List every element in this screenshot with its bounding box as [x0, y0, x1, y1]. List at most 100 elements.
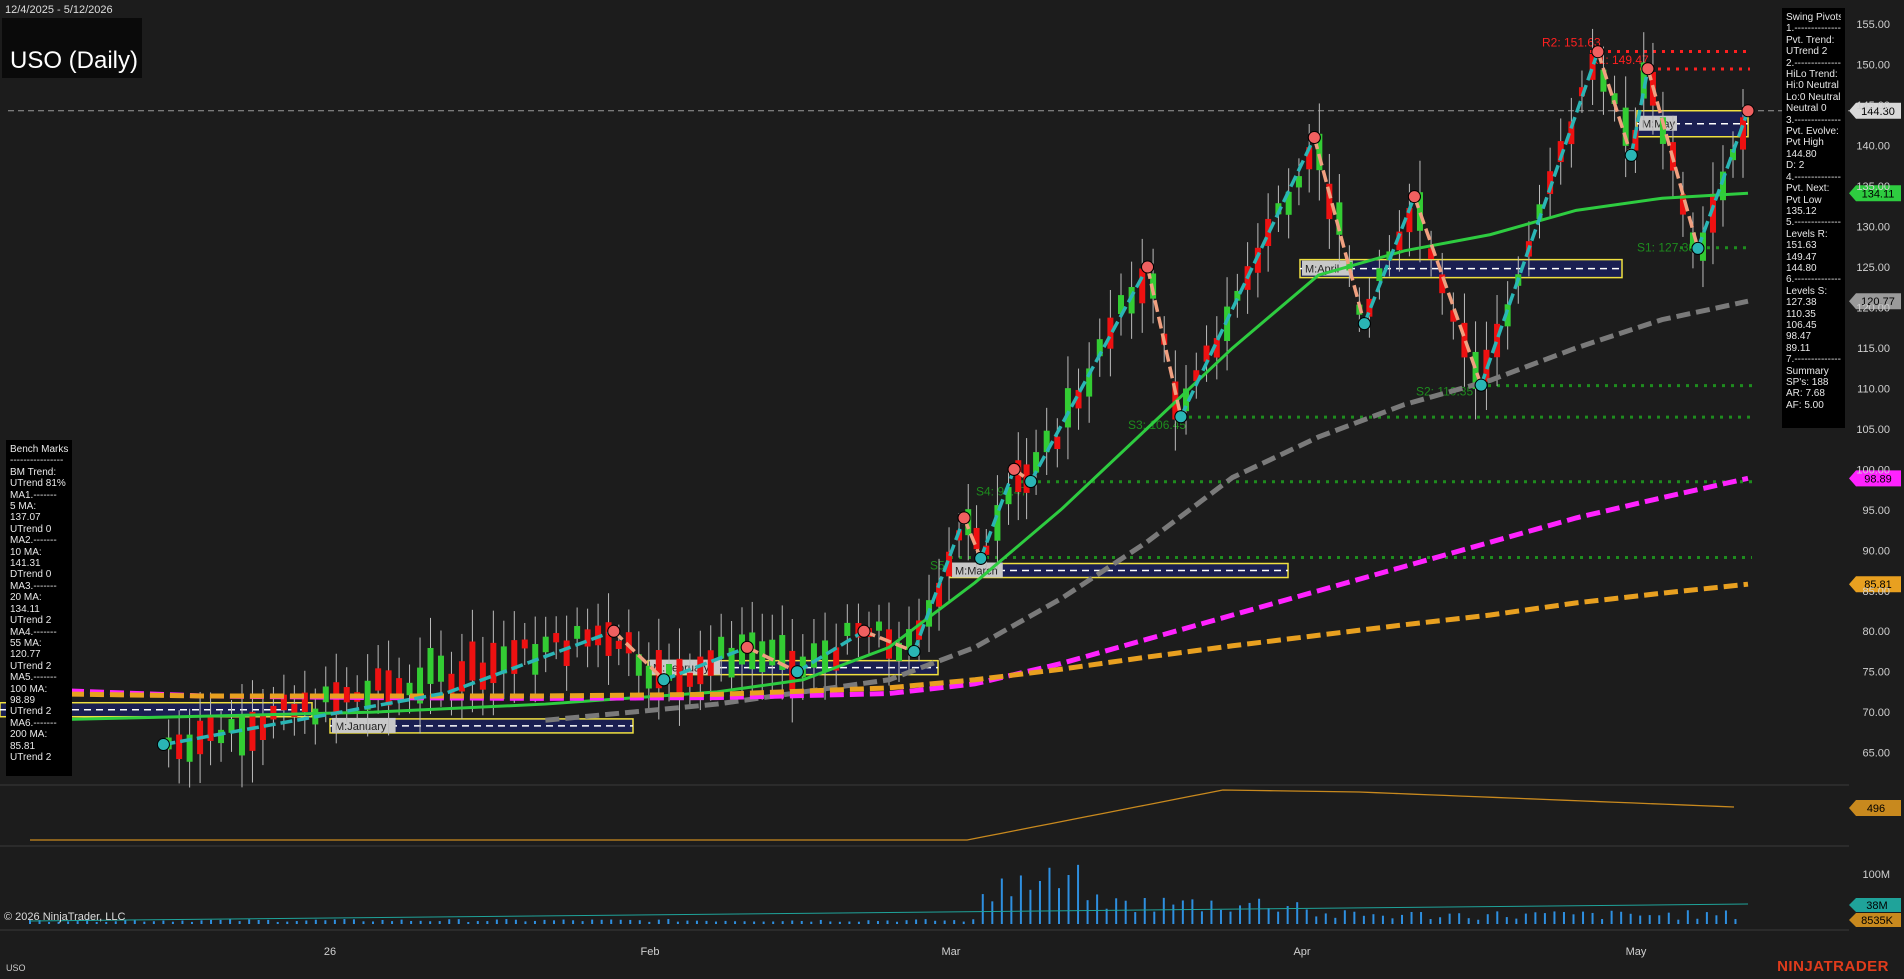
panel-line: 5.----------------	[1786, 217, 1841, 229]
panel-line: UTrend 0	[10, 523, 52, 535]
chart-canvas[interactable]: R2: 151.63R1: 149.47S1: 127.38S2: 110.35…	[0, 0, 1904, 979]
x-tick-label: May	[1626, 946, 1647, 958]
panel-line: MA3.-------	[10, 580, 57, 592]
panel-line: 144.80	[1786, 148, 1817, 160]
panel-line: Swing Pivots	[1786, 12, 1841, 23]
pivot-marker	[1591, 45, 1605, 59]
y-tick-label: 85.00	[1862, 586, 1890, 598]
candle-body	[238, 715, 245, 756]
pivot-marker	[857, 624, 871, 638]
pivot-marker	[1007, 462, 1021, 476]
panel-line: BM Trend:	[10, 466, 57, 478]
candle-body	[1107, 317, 1114, 349]
panel-line: UTrend 2	[10, 660, 52, 672]
candle-body	[479, 662, 486, 690]
candle-body	[973, 527, 980, 550]
volume-tick-label: 100M	[1862, 869, 1890, 881]
y-tick-label: 105.00	[1856, 424, 1890, 436]
candle-body	[490, 642, 497, 684]
panel-line: HiLo Trend:	[1786, 69, 1838, 81]
panel-line: 135.12	[1786, 205, 1817, 217]
x-tick-label: Feb	[641, 946, 660, 958]
bench-marks-panel: Bench Marks ---------------- BM Trend: UTre…	[6, 440, 72, 776]
panel-line: 5 MA:	[10, 501, 37, 513]
panel-line: Lo:0 Neutral	[1786, 91, 1841, 103]
y-tick-label: 125.00	[1856, 262, 1890, 274]
candle-body	[249, 711, 256, 751]
candle-body	[810, 643, 817, 668]
panel-line: UTrend 81%	[10, 478, 66, 490]
pivot-marker	[1174, 410, 1188, 424]
panel-line: 149.47	[1786, 251, 1817, 263]
candle-body	[542, 636, 549, 653]
panel-line: Levels S:	[1786, 285, 1828, 297]
y-tick-label: 140.00	[1856, 141, 1890, 153]
panel-line: Summary	[1786, 365, 1829, 377]
monthly-box-label: M:January	[335, 721, 387, 733]
copyright: © 2026 NinjaTrader, LLC	[4, 911, 126, 923]
candle-body	[396, 678, 403, 695]
chart-title: USO (Daily)	[10, 47, 139, 74]
panel-line: Pvt Low	[1786, 194, 1822, 206]
panel-line: 4.----------------	[1786, 171, 1841, 183]
y-tick-label: 95.00	[1862, 505, 1890, 517]
panel-line: 1.----------------	[1786, 23, 1841, 35]
candle-body	[469, 641, 476, 681]
panel-line: Hi:0 Neutral	[1786, 80, 1839, 92]
y-tick-label: 70.00	[1862, 707, 1890, 719]
candle-body	[176, 734, 183, 760]
candle-body	[1054, 436, 1061, 450]
panel-line: Pvt. Evolve:	[1786, 126, 1839, 138]
volume-tag-label: 8535K	[1861, 915, 1893, 927]
panel-line: 98.47	[1786, 331, 1812, 343]
y-tick-label: 75.00	[1862, 667, 1890, 679]
pivot-marker	[657, 673, 671, 687]
x-tick-label: Mar	[942, 946, 961, 958]
pivot-marker	[907, 644, 921, 658]
panel-line: 127.38	[1786, 297, 1817, 309]
panel-line: Neutral 0	[1786, 103, 1827, 115]
pivot-marker	[1624, 148, 1638, 162]
volume-tag-label: 38M	[1866, 900, 1887, 912]
candle-body	[574, 626, 581, 639]
candle-body	[844, 622, 851, 636]
panel-line: MA4.-------	[10, 626, 57, 638]
panel-line: AF: 5.00	[1786, 399, 1824, 411]
pivot-marker	[957, 511, 971, 525]
symbol-label: USO	[6, 963, 26, 973]
panel-line: DTrend 0	[10, 569, 52, 581]
candle-body	[1139, 268, 1146, 304]
y-tick-label: 80.00	[1862, 626, 1890, 638]
date-range: 12/4/2025 - 5/12/2026	[5, 4, 113, 16]
candle-body	[375, 668, 382, 691]
pivot-marker	[1307, 131, 1321, 144]
candle-body	[553, 633, 560, 643]
y-tick-label: 130.00	[1856, 222, 1890, 234]
panel-line: MA2.-------	[10, 535, 57, 547]
pivot-marker	[1407, 190, 1421, 204]
panel-line: 3.----------------	[1786, 114, 1841, 126]
panel-line: Levels R:	[1786, 228, 1828, 240]
pivot-marker	[1741, 104, 1755, 118]
candle-body	[563, 640, 570, 666]
pivot-marker	[974, 551, 988, 565]
y-tick-label: 65.00	[1862, 748, 1890, 760]
panel-line: 98.89	[10, 694, 36, 706]
panel-line: SP's: 188	[1786, 377, 1829, 388]
panel-line: 55 MA:	[10, 637, 42, 649]
y-tick-label: 120.00	[1856, 302, 1890, 314]
pivot-marker	[1024, 474, 1038, 488]
panel-line: MA6.-------	[10, 717, 57, 729]
y-tick-label: 90.00	[1862, 545, 1890, 557]
y-tick-label: 100.00	[1856, 464, 1890, 476]
panel-line: 141.31	[10, 558, 41, 570]
panel-line: 200 MA:	[10, 729, 48, 741]
candle-body	[385, 670, 392, 706]
panel-line: 85.81	[10, 740, 36, 752]
candle-body	[718, 636, 725, 659]
candle-body	[686, 672, 693, 687]
panel-line: 134.11	[10, 603, 40, 615]
y-tick-label: 150.00	[1856, 60, 1890, 72]
panel-line: D: 2	[1786, 160, 1805, 172]
panel-line: AR: 7.68	[1786, 388, 1825, 400]
